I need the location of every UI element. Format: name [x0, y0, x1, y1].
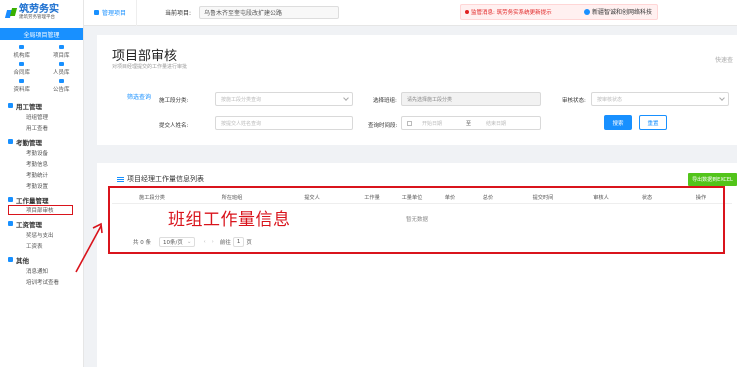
- page-subtitle: 对项目经理提交的工作量进行审批: [112, 64, 188, 70]
- page-title: 项目部审核: [112, 49, 178, 64]
- menu-icon: [8, 139, 13, 144]
- user-menu[interactable]: 新疆智诚和创网络科技: [584, 7, 652, 16]
- menu-item-rewards[interactable]: 奖惩与支出: [0, 229, 83, 240]
- folder-icon: [58, 44, 64, 49]
- menu-icon: [8, 197, 13, 202]
- folder-icon: [19, 44, 25, 49]
- menu-section-other: 其他 消息通知 培训考试查看: [0, 254, 83, 287]
- search-button[interactable]: 搜索: [604, 115, 632, 130]
- quick-search-link[interactable]: 快速查: [715, 55, 733, 64]
- status-select[interactable]: 按审核状态: [591, 92, 729, 106]
- export-excel-button[interactable]: 导出数据到EXCEL: [688, 173, 737, 186]
- list-title-text: 项目经理工作量信息列表: [127, 175, 204, 183]
- team-label: 选择班组:: [373, 98, 397, 104]
- search-panel: 项目部审核 对项目经理提交的工作量进行审批 快速查 筛选查询 施工段分类: 按施…: [97, 35, 737, 145]
- date-separator: 至: [466, 120, 472, 127]
- folder-icon: [19, 78, 25, 83]
- menu-header-label: 其他: [16, 256, 29, 265]
- folder-icon: [19, 61, 25, 66]
- folder-icon: [58, 78, 64, 83]
- chevron-down-icon: [719, 95, 725, 101]
- menu-section-labor: 用工管理 班组管理 用工查看: [0, 100, 83, 133]
- time-label: 查询时间段:: [368, 123, 398, 129]
- menu-header-label: 考勤管理: [16, 138, 42, 147]
- user-name: 新疆智诚和创网络科技: [592, 9, 653, 16]
- list-title: 项目经理工作量信息列表: [117, 174, 204, 184]
- grid-item-label: 公告库: [52, 86, 70, 93]
- menu-header[interactable]: 其他: [0, 254, 83, 265]
- logo-subtitle: 建筑劳务管理平台: [19, 15, 55, 20]
- status-placeholder: 按审核状态: [597, 96, 623, 103]
- logo: 筑劳务实 建筑劳务管理平台: [0, 0, 83, 26]
- menu-icon: [8, 221, 13, 226]
- grid-item-label: 机构库: [13, 52, 30, 59]
- end-date: 结束日期: [486, 120, 507, 127]
- menu-item-attendance-settings[interactable]: 考勤设置: [0, 180, 83, 191]
- menu-header[interactable]: 工作量管理: [0, 194, 83, 205]
- menu-item-attendance-stats[interactable]: 考勤统计: [0, 169, 83, 180]
- menu-section-attendance: 考勤管理 考勤设备 考勤信息 考勤统计 考勤设置: [0, 136, 83, 191]
- menu-header-label: 工资管理: [16, 220, 42, 229]
- menu-item-attendance-info[interactable]: 考勤信息: [0, 158, 83, 169]
- tab-manage-project[interactable]: 管理项目: [84, 0, 138, 26]
- grid-item-label: 合同库: [13, 69, 30, 76]
- library-grid: 机构库 项目库 合同库 人员库 资料库 公告库: [0, 40, 83, 97]
- grid-item-docs[interactable]: 资料库: [2, 77, 42, 94]
- annotation-text: 班组工作量信息: [168, 210, 291, 230]
- logo-title: 筑劳务实: [19, 4, 59, 15]
- grid-item-label: 项目库: [52, 52, 70, 59]
- section-select[interactable]: 按施工段分类查询: [215, 92, 353, 106]
- current-project-label: 当前项目:: [165, 10, 192, 17]
- menu-item-payroll[interactable]: 工资表: [0, 240, 83, 251]
- section-label: 施工段分类:: [159, 98, 189, 104]
- team-placeholder: 请先选择施工段分类: [407, 96, 453, 103]
- menu-item-project-review[interactable]: 项目部审核: [8, 205, 73, 215]
- avatar-icon: [584, 8, 590, 15]
- menu-header[interactable]: 用工管理: [0, 100, 83, 111]
- chevron-down-icon: [343, 95, 349, 101]
- menu-header[interactable]: 工资管理: [0, 218, 83, 229]
- submitter-label: 提交人姓名:: [159, 123, 189, 129]
- grid-item-label: 资料库: [13, 86, 30, 93]
- menu-item-team[interactable]: 班组管理: [0, 111, 83, 122]
- team-select[interactable]: 请先选择施工段分类: [401, 92, 541, 106]
- global-project-button[interactable]: 全局项目管理: [0, 28, 83, 40]
- grid-item-project[interactable]: 项目库: [42, 43, 82, 60]
- current-project: 当前项目: 乌鲁木齐至奎屯段改扩建公路: [165, 6, 340, 19]
- sidebar: 筑劳务实 建筑劳务管理平台 全局项目管理 机构库 项目库 合同库 人员库 资料库…: [0, 0, 84, 367]
- start-date: 开始日期: [422, 120, 443, 127]
- grid-item-notice[interactable]: 公告库: [42, 77, 82, 94]
- grid-item-contract[interactable]: 合同库: [2, 60, 42, 77]
- menu-header-label: 用工管理: [16, 102, 42, 111]
- menu-item-labor-view[interactable]: 用工查看: [0, 122, 83, 133]
- submitter-input[interactable]: 按提交人姓名查询: [215, 116, 353, 130]
- filter-label: 筛选查询: [127, 94, 152, 101]
- menu-section-workload: 工作量管理 项目部审核: [0, 194, 83, 215]
- menu-icon: [8, 257, 13, 262]
- grid-item-org[interactable]: 机构库: [2, 43, 42, 60]
- list-icon: [117, 176, 124, 182]
- reset-button[interactable]: 重置: [639, 115, 667, 130]
- calendar-icon: [407, 120, 412, 126]
- menu-item-attendance-device[interactable]: 考勤设备: [0, 147, 83, 158]
- folder-icon: [58, 61, 64, 66]
- menu-section-salary: 工资管理 奖惩与支出 工资表: [0, 218, 83, 251]
- menu-header[interactable]: 考勤管理: [0, 136, 83, 147]
- menu-item-messages[interactable]: 消息通知: [0, 265, 83, 276]
- menu-icon: [8, 103, 13, 108]
- submitter-placeholder: 按提交人姓名查询: [221, 120, 262, 127]
- grid-item-people[interactable]: 人员库: [42, 60, 82, 77]
- menu-header-label: 工作量管理: [16, 196, 49, 205]
- status-label: 审核状态:: [562, 98, 586, 104]
- current-project-select[interactable]: 乌鲁木齐至奎屯段改扩建公路: [199, 6, 340, 19]
- date-range-input[interactable]: 开始日期 至 结束日期: [401, 116, 541, 130]
- menu-item-training[interactable]: 培训考试查看: [0, 276, 83, 287]
- grid-item-label: 人员库: [52, 69, 70, 76]
- section-placeholder: 按施工段分类查询: [221, 96, 262, 103]
- logo-mark-icon: [6, 8, 16, 19]
